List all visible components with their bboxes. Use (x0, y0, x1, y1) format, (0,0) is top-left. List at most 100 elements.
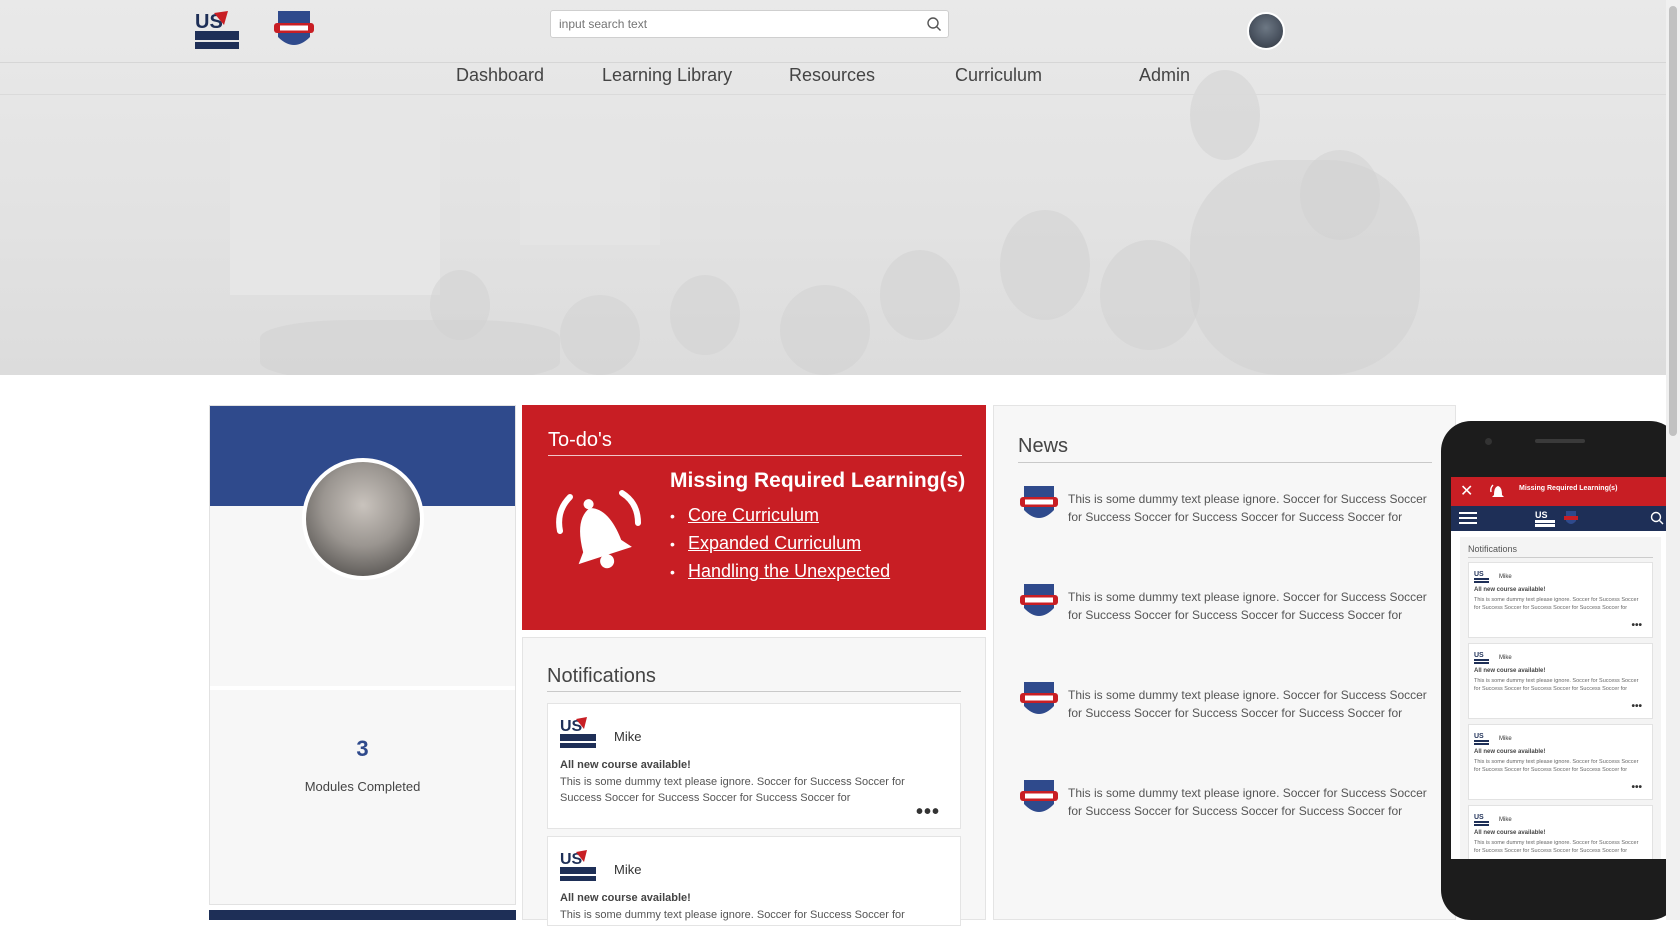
nav-resources[interactable]: Resources (789, 65, 875, 86)
mobile-notification-card[interactable]: US Mike All new course available! This i… (1468, 562, 1653, 638)
user-avatar[interactable] (1247, 12, 1285, 50)
mobile-preview: ✕ Missing Required Learning(s) US Notifi… (1441, 421, 1680, 920)
notification-card[interactable]: US Mike All new course available! This i… (547, 836, 961, 926)
nav-dashboard[interactable]: Dashboard (456, 65, 544, 86)
news-text: This is some dummy text please ignore. S… (1068, 590, 1427, 622)
todo-list: Core Curriculum Expanded Curriculum Hand… (670, 505, 890, 589)
notification-author: Mike (1499, 655, 1512, 661)
bell-icon (1490, 484, 1504, 497)
nav-learning-library[interactable]: Learning Library (602, 65, 732, 86)
profile-avatar (302, 458, 424, 580)
news-item[interactable]: This is some dummy text please ignore. S… (1018, 778, 1432, 824)
notification-body: This is some dummy text please ignore. S… (1474, 597, 1639, 611)
more-options-icon[interactable]: ••• (1631, 783, 1642, 793)
scrollbar-thumb[interactable] (1669, 6, 1677, 436)
news-text: This is some dummy text please ignore. S… (1068, 786, 1427, 818)
notification-body: This is some dummy text please ignore. S… (1474, 759, 1639, 773)
todo-link-expanded-curriculum[interactable]: Expanded Curriculum (688, 533, 861, 553)
more-options-icon[interactable]: ••• (1631, 621, 1642, 631)
mobile-alert-text: Missing Required Learning(s) (1519, 485, 1618, 492)
todo-item: Expanded Curriculum (670, 533, 890, 555)
us-soccer-foundation-logo: US (1474, 733, 1489, 745)
mobile-notifications: Notifications US Mike All new course ava… (1460, 537, 1661, 859)
todo-heading: Missing Required Learning(s) (670, 469, 966, 492)
us-soccer-foundation-logo: US (1474, 652, 1489, 664)
todo-link-handling-the-unexpected[interactable]: Handling the Unexpected (688, 561, 890, 581)
news-item[interactable]: This is some dummy text please ignore. S… (1018, 484, 1432, 530)
bell-icon (556, 490, 641, 569)
main-nav: Dashboard Learning Library Resources Cur… (0, 65, 1666, 93)
nav-curriculum[interactable]: Curriculum (955, 65, 1042, 86)
notification-body: This is some dummy text please ignore. S… (1474, 840, 1639, 854)
notification-title: All new course available! (1474, 668, 1546, 674)
search-icon[interactable] (1650, 511, 1664, 525)
svg-text:US: US (1474, 733, 1484, 740)
soccer-for-success-logo (1020, 584, 1058, 616)
soccer-for-success-logo[interactable] (1564, 510, 1578, 526)
notification-body: This is some dummy text please ignore. S… (560, 909, 905, 921)
mobile-alert-bar: ✕ Missing Required Learning(s) (1451, 477, 1670, 506)
svg-text:US: US (1474, 571, 1484, 578)
todo-title: To-do's (548, 429, 612, 451)
us-soccer-foundation-logo[interactable]: US (1535, 509, 1557, 528)
notification-title: All new course available! (560, 892, 691, 904)
todo-link-core-curriculum[interactable]: Core Curriculum (688, 505, 819, 525)
modules-completed-label: Modules Completed (304, 779, 421, 794)
search-bar[interactable] (550, 10, 949, 38)
todo-panel: To-do's Missing Required Learning(s) Cor… (522, 405, 986, 630)
search-icon[interactable] (926, 16, 942, 32)
us-soccer-foundation-logo: US (560, 850, 596, 881)
soccer-for-success-logo[interactable] (272, 9, 316, 51)
soccer-for-success-logo (1020, 682, 1058, 714)
notification-title: All new course available! (560, 759, 691, 771)
phone-camera (1485, 438, 1492, 445)
notification-author: Mike (1499, 736, 1512, 742)
nav-admin[interactable]: Admin (1139, 65, 1190, 86)
profile-footer-band (209, 910, 516, 920)
mobile-notification-card[interactable]: US Mike All new course available! This i… (1468, 643, 1653, 719)
mobile-notifications-divider (1468, 557, 1653, 558)
us-soccer-foundation-logo: US (560, 717, 596, 748)
news-text: This is some dummy text please ignore. S… (1068, 688, 1427, 720)
notification-body: This is some dummy text please ignore. S… (1474, 678, 1639, 692)
svg-text:US: US (1474, 814, 1484, 821)
notifications-divider (547, 691, 961, 692)
notification-author: Mike (1499, 574, 1512, 580)
notification-title: All new course available! (1474, 749, 1546, 755)
phone-speaker (1535, 439, 1585, 443)
news-item[interactable]: This is some dummy text please ignore. S… (1018, 582, 1432, 628)
notification-author: Mike (614, 862, 642, 877)
todo-item: Handling the Unexpected (670, 561, 890, 583)
svg-text:US: US (1535, 510, 1548, 520)
page-scrollbar[interactable] (1666, 0, 1680, 920)
news-text: This is some dummy text please ignore. S… (1068, 492, 1427, 524)
more-options-icon[interactable]: ••• (1631, 702, 1642, 712)
soccer-for-success-logo (1020, 780, 1058, 812)
news-divider (1018, 462, 1432, 463)
hero-banner (0, 0, 1666, 375)
mobile-notification-card[interactable]: US Mike All new course available! This i… (1468, 724, 1653, 800)
notification-body: This is some dummy text please ignore. S… (560, 776, 905, 804)
us-soccer-foundation-logo[interactable]: US (194, 9, 242, 51)
news-item[interactable]: This is some dummy text please ignore. S… (1018, 680, 1432, 726)
svg-text:US: US (1474, 652, 1484, 659)
modules-completed-count: 3 (356, 736, 369, 761)
close-icon[interactable]: ✕ (1460, 481, 1473, 501)
mobile-screen: ✕ Missing Required Learning(s) US Notifi… (1451, 477, 1670, 859)
mobile-header: US (1451, 506, 1670, 531)
news-title: News (1018, 435, 1069, 457)
notification-title: All new course available! (1474, 587, 1546, 593)
header-divider (0, 62, 1666, 63)
profile-divider (210, 686, 515, 690)
notification-author: Mike (1499, 817, 1512, 823)
notification-title: All new course available! (1474, 830, 1546, 836)
mobile-notifications-title: Notifications (1468, 544, 1518, 554)
search-input[interactable] (551, 11, 911, 37)
more-options-icon[interactable]: ••• (916, 802, 940, 822)
soccer-for-success-logo (1020, 486, 1058, 518)
notifications-title: Notifications (547, 665, 656, 687)
mobile-notification-card[interactable]: US Mike All new course available! This i… (1468, 805, 1653, 859)
notification-card[interactable]: US Mike All new course available! This i… (547, 703, 961, 829)
hamburger-menu-icon[interactable] (1459, 512, 1477, 524)
todo-divider (548, 455, 962, 456)
